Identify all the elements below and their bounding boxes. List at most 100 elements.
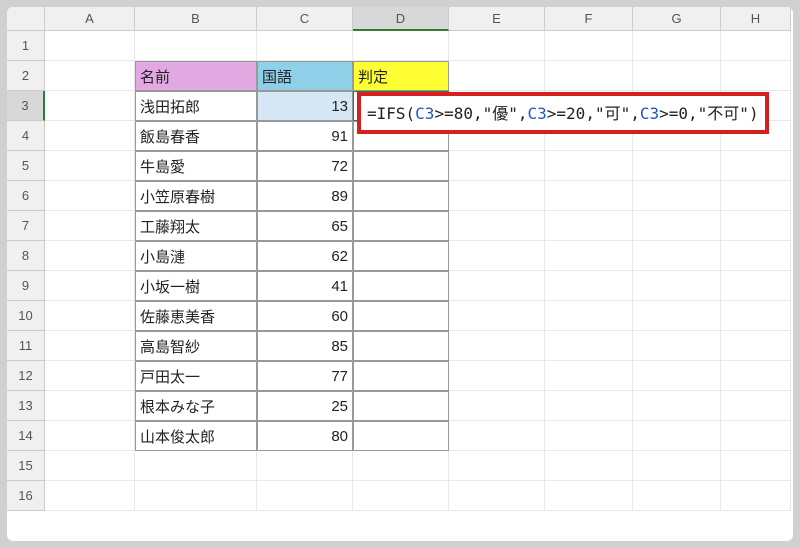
row-header-5[interactable]: 5 (7, 151, 45, 181)
cell-D16[interactable] (353, 481, 449, 511)
row-header-1[interactable]: 1 (7, 31, 45, 61)
cell-G7[interactable] (633, 211, 721, 241)
row-header-9[interactable]: 9 (7, 271, 45, 301)
cell-G16[interactable] (633, 481, 721, 511)
cell-H9[interactable] (721, 271, 791, 301)
cell-B7[interactable]: 工藤翔太 (135, 211, 257, 241)
row-header-7[interactable]: 7 (7, 211, 45, 241)
cell-E16[interactable] (449, 481, 545, 511)
cell-F9[interactable] (545, 271, 633, 301)
cell-H14[interactable] (721, 421, 791, 451)
cell-E12[interactable] (449, 361, 545, 391)
cell-C10[interactable]: 60 (257, 301, 353, 331)
cell-B16[interactable] (135, 481, 257, 511)
cell-A14[interactable] (45, 421, 135, 451)
cell-E11[interactable] (449, 331, 545, 361)
cell-E13[interactable] (449, 391, 545, 421)
cell-D11[interactable] (353, 331, 449, 361)
cell-E7[interactable] (449, 211, 545, 241)
cell-H8[interactable] (721, 241, 791, 271)
cell-C12[interactable]: 77 (257, 361, 353, 391)
cell-G15[interactable] (633, 451, 721, 481)
cell-H13[interactable] (721, 391, 791, 421)
header-judge[interactable]: 判定 (353, 61, 449, 91)
cell-D9[interactable] (353, 271, 449, 301)
cell-G6[interactable] (633, 181, 721, 211)
cell-G14[interactable] (633, 421, 721, 451)
cell-B8[interactable]: 小島漣 (135, 241, 257, 271)
cell-D12[interactable] (353, 361, 449, 391)
row-header-12[interactable]: 12 (7, 361, 45, 391)
cell-C1[interactable] (257, 31, 353, 61)
cell-E10[interactable] (449, 301, 545, 331)
cell-F11[interactable] (545, 331, 633, 361)
cell-B11[interactable]: 高島智紗 (135, 331, 257, 361)
cell-C5[interactable]: 72 (257, 151, 353, 181)
col-header-C[interactable]: C (257, 7, 353, 31)
cell-G5[interactable] (633, 151, 721, 181)
cell-F1[interactable] (545, 31, 633, 61)
cell-B9[interactable]: 小坂一樹 (135, 271, 257, 301)
row-header-2[interactable]: 2 (7, 61, 45, 91)
col-header-G[interactable]: G (633, 7, 721, 31)
cell-B1[interactable] (135, 31, 257, 61)
col-header-E[interactable]: E (449, 7, 545, 31)
cell-H6[interactable] (721, 181, 791, 211)
cell-A7[interactable] (45, 211, 135, 241)
cell-B5[interactable]: 牛島愛 (135, 151, 257, 181)
row-header-15[interactable]: 15 (7, 451, 45, 481)
row-header-3[interactable]: 3 (7, 91, 45, 121)
cell-B14[interactable]: 山本俊太郎 (135, 421, 257, 451)
cell-H11[interactable] (721, 331, 791, 361)
cell-G10[interactable] (633, 301, 721, 331)
cell-F7[interactable] (545, 211, 633, 241)
cell-A5[interactable] (45, 151, 135, 181)
cell-H10[interactable] (721, 301, 791, 331)
cell-C14[interactable]: 80 (257, 421, 353, 451)
cell-A12[interactable] (45, 361, 135, 391)
cell-D14[interactable] (353, 421, 449, 451)
cell-E14[interactable] (449, 421, 545, 451)
cell-A2[interactable] (45, 61, 135, 91)
col-header-D[interactable]: D (353, 7, 449, 31)
cell-G9[interactable] (633, 271, 721, 301)
cell-C16[interactable] (257, 481, 353, 511)
cell-H1[interactable] (721, 31, 791, 61)
cell-E2[interactable] (449, 61, 545, 91)
cell-A4[interactable] (45, 121, 135, 151)
cell-C9[interactable]: 41 (257, 271, 353, 301)
cell-A15[interactable] (45, 451, 135, 481)
col-header-A[interactable]: A (45, 7, 135, 31)
cell-G12[interactable] (633, 361, 721, 391)
header-name[interactable]: 名前 (135, 61, 257, 91)
cell-F16[interactable] (545, 481, 633, 511)
row-header-11[interactable]: 11 (7, 331, 45, 361)
cell-D13[interactable] (353, 391, 449, 421)
cell-H5[interactable] (721, 151, 791, 181)
cell-B3[interactable]: 浅田拓郎 (135, 91, 257, 121)
cell-B12[interactable]: 戸田太一 (135, 361, 257, 391)
cell-F14[interactable] (545, 421, 633, 451)
row-header-16[interactable]: 16 (7, 481, 45, 511)
cell-B10[interactable]: 佐藤恵美香 (135, 301, 257, 331)
row-header-13[interactable]: 13 (7, 391, 45, 421)
cell-E15[interactable] (449, 451, 545, 481)
header-score[interactable]: 国語 (257, 61, 353, 91)
cell-D7[interactable] (353, 211, 449, 241)
cell-C15[interactable] (257, 451, 353, 481)
cell-G2[interactable] (633, 61, 721, 91)
cell-H2[interactable] (721, 61, 791, 91)
cell-C7[interactable]: 65 (257, 211, 353, 241)
col-header-B[interactable]: B (135, 7, 257, 31)
cell-C8[interactable]: 62 (257, 241, 353, 271)
cell-F2[interactable] (545, 61, 633, 91)
cell-C3[interactable]: 13 (257, 91, 353, 121)
row-header-8[interactable]: 8 (7, 241, 45, 271)
cell-A1[interactable] (45, 31, 135, 61)
cell-C6[interactable]: 89 (257, 181, 353, 211)
cell-H12[interactable] (721, 361, 791, 391)
cell-G8[interactable] (633, 241, 721, 271)
cell-F13[interactable] (545, 391, 633, 421)
cell-G11[interactable] (633, 331, 721, 361)
cell-A10[interactable] (45, 301, 135, 331)
